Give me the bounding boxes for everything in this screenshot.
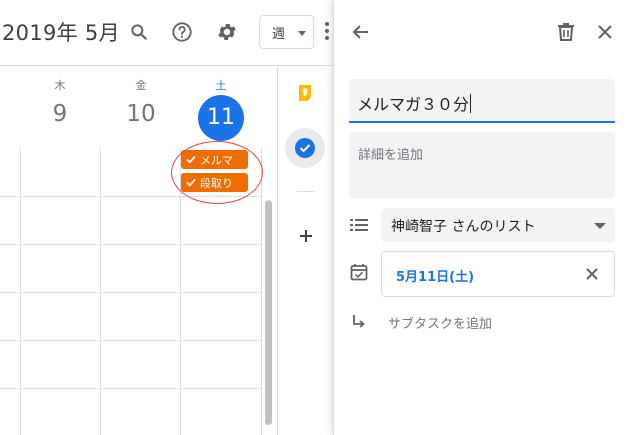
rail-divider bbox=[277, 66, 278, 435]
add-icon[interactable] bbox=[298, 228, 314, 244]
subtask-arrow-icon bbox=[350, 313, 368, 331]
task-list-name: 神崎智子 さんのリスト bbox=[391, 219, 536, 235]
calendar-header: 2019年 5月 週 bbox=[0, 0, 333, 66]
annotation-circle bbox=[171, 141, 263, 204]
task-detail-panel: メルマガ３０分 詳細を追加 神崎智子 さんのリスト 5月11日(土) サブタスク… bbox=[333, 0, 628, 435]
day-header-sat-today[interactable]: 土 11 bbox=[181, 78, 261, 141]
day-header-fri[interactable]: 金 10 bbox=[101, 78, 181, 127]
calendar-check-icon bbox=[350, 263, 368, 281]
day-name: 金 bbox=[135, 79, 147, 92]
task-title-input[interactable]: メルマガ３０分 bbox=[349, 79, 615, 123]
task-list-selector[interactable]: 神崎智子 さんのリスト bbox=[381, 208, 615, 242]
task-date-value: 5月11日(土) bbox=[396, 270, 475, 285]
month-title: 2019年 5月 bbox=[2, 21, 120, 45]
add-subtask-button[interactable]: サブタスクを追加 bbox=[388, 313, 492, 332]
today-date-circle[interactable]: 11 bbox=[198, 95, 244, 141]
clear-date-icon[interactable] bbox=[582, 264, 602, 284]
day-name: 土 bbox=[215, 79, 227, 92]
task-title-value: メルマガ３０分 bbox=[357, 95, 470, 114]
task-details-placeholder: 詳細を追加 bbox=[358, 148, 424, 163]
back-arrow-icon[interactable] bbox=[349, 20, 373, 44]
view-selector[interactable]: 週 bbox=[259, 15, 314, 49]
text-cursor bbox=[470, 94, 472, 113]
settings-icon[interactable] bbox=[214, 19, 240, 45]
chevron-down-icon bbox=[298, 31, 306, 36]
keep-icon[interactable] bbox=[297, 84, 313, 102]
day-header-thu[interactable]: 木 9 bbox=[20, 78, 100, 127]
tasks-icon[interactable] bbox=[285, 128, 325, 168]
more-vert-icon[interactable] bbox=[325, 22, 329, 42]
grid-scrollbar[interactable] bbox=[265, 200, 272, 425]
dropdown-arrow-icon bbox=[594, 223, 606, 229]
help-icon[interactable] bbox=[169, 19, 195, 45]
search-icon[interactable] bbox=[126, 19, 152, 45]
close-icon[interactable] bbox=[593, 20, 617, 44]
view-selector-label: 週 bbox=[272, 26, 286, 42]
rail-separator bbox=[297, 191, 315, 192]
day-number[interactable]: 9 bbox=[20, 101, 100, 127]
day-name: 木 bbox=[54, 79, 66, 92]
task-date-field[interactable]: 5月11日(土) bbox=[381, 251, 615, 297]
day-number[interactable]: 10 bbox=[101, 101, 181, 127]
task-details-input[interactable]: 詳細を追加 bbox=[349, 132, 615, 198]
list-icon bbox=[350, 217, 368, 233]
trash-icon[interactable] bbox=[554, 20, 578, 44]
